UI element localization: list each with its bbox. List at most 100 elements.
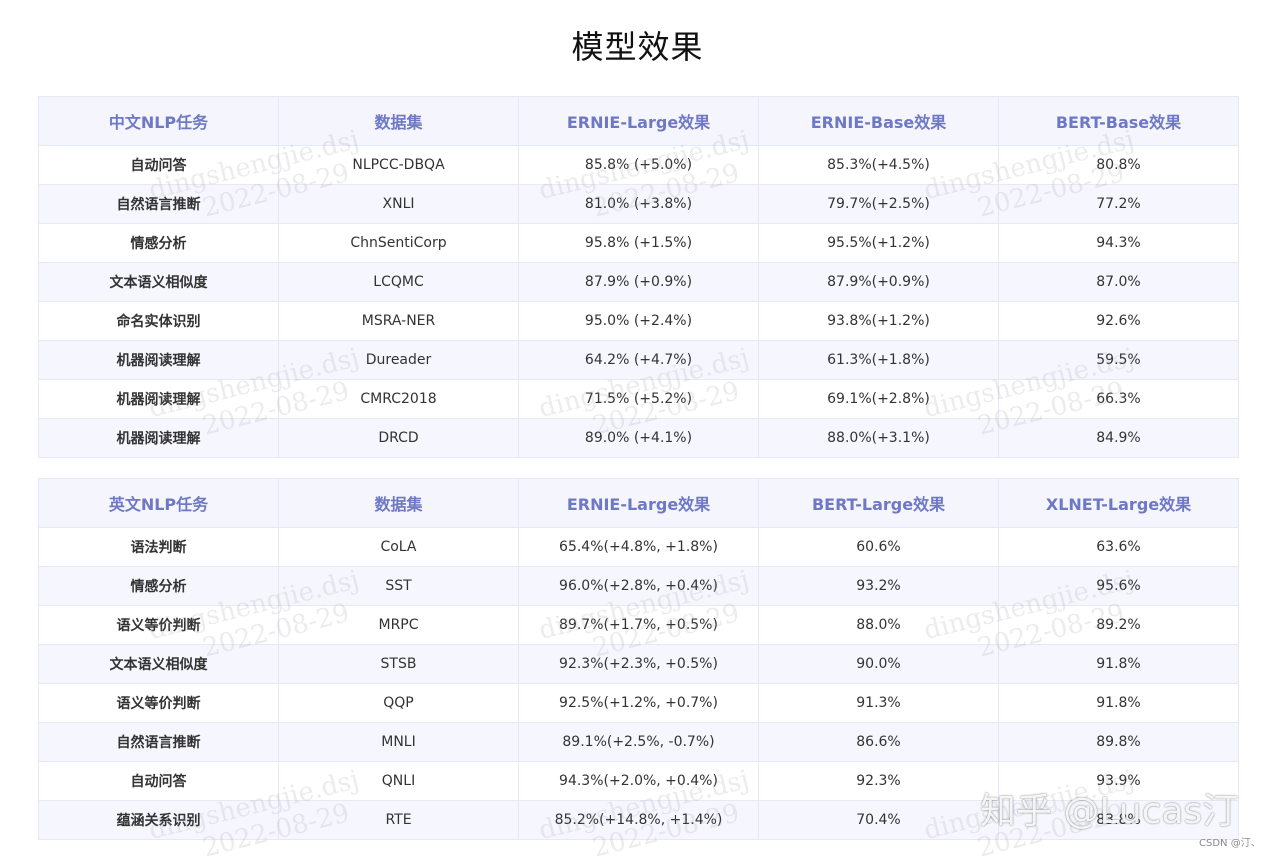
task-cell: 情感分析 [38, 566, 279, 606]
table-row: 文本语义相似度 LCQMC 87.9% (+0.9%) 87.9%(+0.9%)… [38, 262, 1239, 302]
ernie-large-cell: 65.4%(+4.8%, +1.8%) [518, 527, 759, 567]
ernie-large-cell: 81.0% (+3.8%) [518, 184, 759, 224]
table-row: 情感分析 SST 96.0%(+2.8%, +0.4%) 93.2% 95.6% [38, 566, 1239, 606]
task-cell: 文本语义相似度 [38, 262, 279, 302]
task-cell: 机器阅读理解 [38, 379, 279, 419]
zhihu-author-watermark: 知乎 @Lucas汀 [980, 791, 1239, 832]
table-row: 文本语义相似度 STSB 92.3%(+2.3%, +0.5%) 90.0% 9… [38, 644, 1239, 684]
header-xlnet-large: XLNET-Large效果 [998, 478, 1239, 528]
dataset-cell: STSB [278, 644, 519, 684]
task-cell: 自动问答 [38, 761, 279, 801]
dataset-cell: QNLI [278, 761, 519, 801]
bert-large-cell: 93.2% [758, 566, 999, 606]
ernie-base-cell: 87.9%(+0.9%) [758, 262, 999, 302]
table-row: 机器阅读理解 DRCD 89.0% (+4.1%) 88.0%(+3.1%) 8… [38, 418, 1239, 458]
ernie-base-cell: 88.0%(+3.1%) [758, 418, 999, 458]
bert-base-cell: 92.6% [998, 301, 1239, 341]
dataset-cell: SST [278, 566, 519, 606]
table-row: 自然语言推断 XNLI 81.0% (+3.8%) 79.7%(+2.5%) 7… [38, 184, 1239, 224]
task-cell: 语义等价判断 [38, 605, 279, 645]
ernie-large-cell: 95.0% (+2.4%) [518, 301, 759, 341]
ernie-large-cell: 92.3%(+2.3%, +0.5%) [518, 644, 759, 684]
xlnet-large-cell: 63.6% [998, 527, 1239, 567]
xlnet-large-cell: 91.8% [998, 644, 1239, 684]
task-cell: 语义等价判断 [38, 683, 279, 723]
bert-large-cell: 91.3% [758, 683, 999, 723]
dataset-cell: XNLI [278, 184, 519, 224]
table-row: 语法判断 CoLA 65.4%(+4.8%, +1.8%) 60.6% 63.6… [38, 527, 1239, 567]
bert-base-cell: 80.8% [998, 145, 1239, 185]
header-ernie-base: ERNIE-Base效果 [758, 96, 999, 146]
ernie-base-cell: 69.1%(+2.8%) [758, 379, 999, 419]
table-header-row: 英文NLP任务 数据集 ERNIE-Large效果 BERT-Large效果 X… [38, 478, 1239, 528]
ernie-large-cell: 64.2% (+4.7%) [518, 340, 759, 380]
xlnet-large-cell: 89.8% [998, 722, 1239, 762]
dataset-cell: RTE [278, 800, 519, 840]
bert-base-cell: 59.5% [998, 340, 1239, 380]
dataset-cell: MRPC [278, 605, 519, 645]
ernie-base-cell: 79.7%(+2.5%) [758, 184, 999, 224]
ernie-base-cell: 85.3%(+4.5%) [758, 145, 999, 185]
header-bert-base: BERT-Base效果 [998, 96, 1239, 146]
ernie-large-cell: 94.3%(+2.0%, +0.4%) [518, 761, 759, 801]
header-ernie-large: ERNIE-Large效果 [518, 96, 759, 146]
ernie-large-cell: 85.2%(+14.8%, +1.4%) [518, 800, 759, 840]
dataset-cell: CMRC2018 [278, 379, 519, 419]
bert-base-cell: 94.3% [998, 223, 1239, 263]
bert-large-cell: 70.4% [758, 800, 999, 840]
table-row: 机器阅读理解 Dureader 64.2% (+4.7%) 61.3%(+1.8… [38, 340, 1239, 380]
bert-large-cell: 92.3% [758, 761, 999, 801]
ernie-large-cell: 92.5%(+1.2%, +0.7%) [518, 683, 759, 723]
table-row: 机器阅读理解 CMRC2018 71.5% (+5.2%) 69.1%(+2.8… [38, 379, 1239, 419]
xlnet-large-cell: 89.2% [998, 605, 1239, 645]
bert-base-cell: 66.3% [998, 379, 1239, 419]
task-cell: 机器阅读理解 [38, 418, 279, 458]
bert-large-cell: 88.0% [758, 605, 999, 645]
bert-large-cell: 90.0% [758, 644, 999, 684]
task-cell: 命名实体识别 [38, 301, 279, 341]
bert-base-cell: 87.0% [998, 262, 1239, 302]
dataset-cell: MSRA-NER [278, 301, 519, 341]
table-row: 自动问答 NLPCC-DBQA 85.8% (+5.0%) 85.3%(+4.5… [38, 145, 1239, 185]
dataset-cell: ChnSentiCorp [278, 223, 519, 263]
ernie-base-cell: 61.3%(+1.8%) [758, 340, 999, 380]
table-header-row: 中文NLP任务 数据集 ERNIE-Large效果 ERNIE-Base效果 B… [38, 96, 1239, 146]
dataset-cell: DRCD [278, 418, 519, 458]
ernie-large-cell: 89.7%(+1.7%, +0.5%) [518, 605, 759, 645]
dataset-cell: Dureader [278, 340, 519, 380]
dataset-cell: LCQMC [278, 262, 519, 302]
table-row: 自然语言推断 MNLI 89.1%(+2.5%, -0.7%) 86.6% 89… [38, 722, 1239, 762]
header-task: 中文NLP任务 [38, 96, 279, 146]
bert-large-cell: 60.6% [758, 527, 999, 567]
task-cell: 自然语言推断 [38, 184, 279, 224]
ernie-large-cell: 89.0% (+4.1%) [518, 418, 759, 458]
ernie-large-cell: 71.5% (+5.2%) [518, 379, 759, 419]
task-cell: 自然语言推断 [38, 722, 279, 762]
xlnet-large-cell: 95.6% [998, 566, 1239, 606]
task-cell: 蕴涵关系识别 [38, 800, 279, 840]
task-cell: 自动问答 [38, 145, 279, 185]
table-row: 语义等价判断 MRPC 89.7%(+1.7%, +0.5%) 88.0% 89… [38, 605, 1239, 645]
ernie-base-cell: 95.5%(+1.2%) [758, 223, 999, 263]
table-row: 命名实体识别 MSRA-NER 95.0% (+2.4%) 93.8%(+1.2… [38, 301, 1239, 341]
chinese-nlp-results-table: 中文NLP任务 数据集 ERNIE-Large效果 ERNIE-Base效果 B… [38, 96, 1239, 458]
header-bert-large: BERT-Large效果 [758, 478, 999, 528]
table-row: 情感分析 ChnSentiCorp 95.8% (+1.5%) 95.5%(+1… [38, 223, 1239, 263]
ernie-large-cell: 95.8% (+1.5%) [518, 223, 759, 263]
header-dataset: 数据集 [278, 478, 519, 528]
dataset-cell: QQP [278, 683, 519, 723]
page-title: 模型效果 [571, 28, 704, 66]
task-cell: 语法判断 [38, 527, 279, 567]
ernie-large-cell: 96.0%(+2.8%, +0.4%) [518, 566, 759, 606]
task-cell: 文本语义相似度 [38, 644, 279, 684]
dataset-cell: MNLI [278, 722, 519, 762]
ernie-large-cell: 87.9% (+0.9%) [518, 262, 759, 302]
header-dataset: 数据集 [278, 96, 519, 146]
dataset-cell: NLPCC-DBQA [278, 145, 519, 185]
bert-base-cell: 84.9% [998, 418, 1239, 458]
csdn-credit-text: CSDN @汀、 [1199, 838, 1261, 849]
bert-large-cell: 86.6% [758, 722, 999, 762]
ernie-large-cell: 89.1%(+2.5%, -0.7%) [518, 722, 759, 762]
bert-base-cell: 77.2% [998, 184, 1239, 224]
ernie-base-cell: 93.8%(+1.2%) [758, 301, 999, 341]
